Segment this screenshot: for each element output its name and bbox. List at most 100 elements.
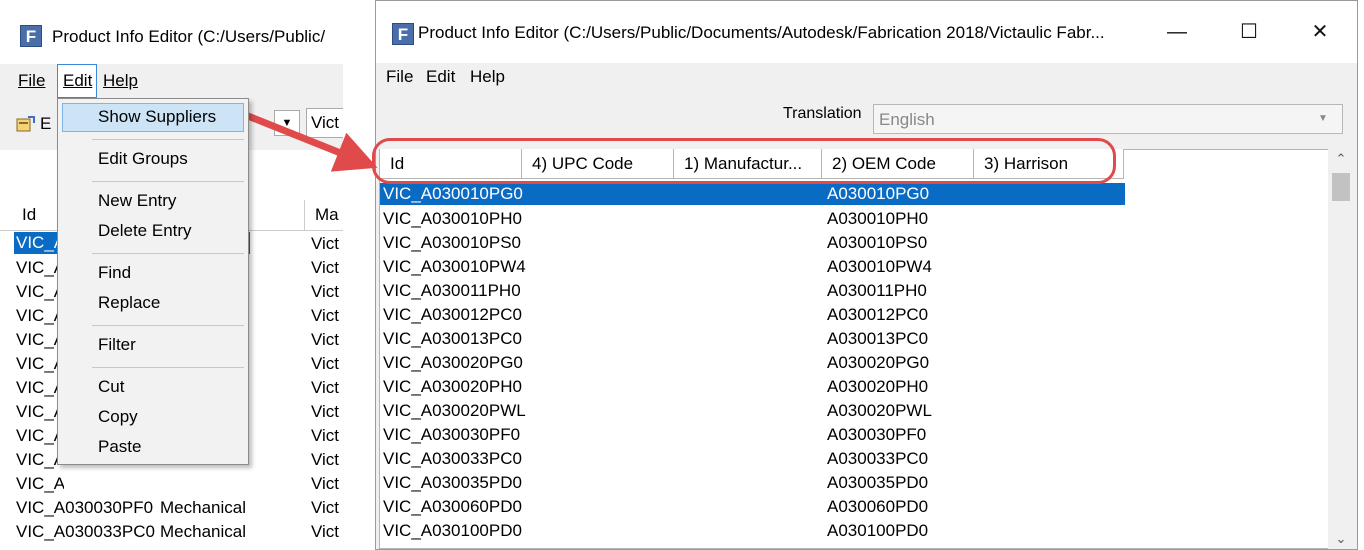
left-row-manufacturer[interactable]: Vict [311, 400, 343, 424]
left-row-manufacturer[interactable]: Vict [311, 232, 343, 256]
grid-cell-id[interactable]: VIC_A030010PG0 [383, 183, 523, 205]
left-row-manufacturer[interactable]: Vict [311, 472, 343, 496]
right-menu-help[interactable]: Help [470, 67, 505, 87]
left-row-manufacturer[interactable]: Vict [311, 256, 343, 280]
column-header-upc-code[interactable]: 4) UPC Code [522, 149, 674, 179]
callout-arrow-icon [246, 112, 378, 172]
left-row-manufacturer[interactable]: Vict [311, 424, 343, 448]
column-divider[interactable] [304, 200, 305, 230]
close-icon: ✕ [1311, 21, 1329, 43]
chevron-down-icon[interactable]: ▼ [1314, 110, 1332, 128]
left-row-category[interactable]: Mechanical [160, 520, 246, 544]
grid-cell-oem-code[interactable]: A030020PWL [827, 399, 932, 423]
left-row-manufacturer[interactable]: Vict [311, 376, 343, 400]
grid-cell-oem-code[interactable]: A030010PS0 [827, 231, 927, 255]
scrollbar-thumb[interactable] [1332, 173, 1350, 201]
grid-cell-id[interactable]: VIC_A030020PH0 [383, 375, 522, 399]
column-header-oem-code[interactable]: 2) OEM Code [822, 149, 974, 179]
menu-item-find[interactable]: Find [98, 263, 131, 283]
left-row-id[interactable]: VIC_A [16, 472, 64, 496]
right-title-bar: F Product Info Editor (C:/Users/Public/D… [376, 1, 1357, 63]
menu-item-cut[interactable]: Cut [98, 377, 124, 397]
menu-item-delete-entry[interactable]: Delete Entry [98, 221, 192, 241]
chevron-up-icon[interactable]: ⌃ [1328, 151, 1354, 171]
edit-dropdown-menu: Show Suppliers Edit Groups New Entry Del… [57, 98, 249, 465]
grid-cell-id[interactable]: VIC_A030100PD0 [383, 519, 522, 543]
left-row-id[interactable]: VIC_A030030PF0 [16, 496, 158, 520]
left-row-manufacturer[interactable]: Vict [311, 352, 343, 376]
minimize-button[interactable]: — [1154, 15, 1200, 49]
grid-cell-oem-code[interactable]: A030035PD0 [827, 471, 928, 495]
edit-properties-icon[interactable] [16, 115, 36, 133]
left-title-bar: F Product Info Editor (C:/Users/Public/ [0, 0, 343, 60]
left-column-id[interactable]: Id [22, 205, 36, 225]
left-menu-bar: File Edit Help [0, 64, 343, 98]
left-row-id[interactable]: VIC_A030033PC0 [16, 520, 158, 544]
grid-cell-oem-code[interactable]: A030010PG0 [827, 183, 929, 205]
grid-cell-oem-code[interactable]: A030030PF0 [827, 423, 926, 447]
menu-separator [92, 139, 244, 140]
menu-item-label: Filter [98, 335, 136, 354]
menu-item-label: Replace [98, 293, 161, 312]
close-button[interactable]: ✕ [1297, 15, 1343, 49]
minimize-icon: — [1167, 21, 1187, 43]
left-row-manufacturer[interactable]: Vict [311, 304, 343, 328]
grid-cell-id[interactable]: VIC_A030011PH0 [383, 279, 521, 303]
left-row-category[interactable]: Mechanical [160, 496, 246, 520]
left-row-manufacturer[interactable]: Vict [311, 448, 343, 472]
grid-cell-oem-code[interactable]: A030020PG0 [827, 351, 929, 375]
grid-cell-oem-code[interactable]: A030010PW4 [827, 255, 932, 279]
grid-cell-id[interactable]: VIC_A030030PF0 [383, 423, 520, 447]
column-header-harrison[interactable]: 3) Harrison [974, 149, 1124, 179]
maximize-icon: ☐ [1240, 21, 1258, 43]
translation-select[interactable]: English [873, 104, 1343, 134]
menu-item-copy[interactable]: Copy [98, 407, 138, 427]
grid-cell-id[interactable]: VIC_A030033PC0 [383, 447, 522, 471]
menu-edit[interactable]: Edit [57, 64, 97, 98]
grid-cell-oem-code[interactable]: A030033PC0 [827, 447, 928, 471]
grid-cell-id[interactable]: VIC_A030060PD0 [383, 495, 522, 519]
left-row-manufacturer[interactable]: Vict [311, 280, 343, 304]
menu-item-replace[interactable]: Replace [98, 293, 160, 313]
grid-cell-oem-code[interactable]: A030011PH0 [827, 279, 927, 303]
grid-cell-id[interactable]: VIC_A030013PC0 [383, 327, 522, 351]
left-row-manufacturer[interactable]: Vict [311, 520, 343, 544]
left-row-manufacturer[interactable]: Vict [311, 496, 343, 520]
right-menu-edit[interactable]: Edit [426, 67, 455, 87]
menu-item-label: Edit Groups [98, 149, 188, 168]
column-header-manufacturer[interactable]: 1) Manufactur... [674, 149, 822, 179]
menu-item-new-entry[interactable]: New Entry [98, 191, 176, 211]
menu-file[interactable]: File [18, 71, 45, 91]
vertical-scrollbar[interactable] [1328, 149, 1354, 549]
grid-cell-oem-code[interactable]: A030020PH0 [827, 375, 928, 399]
left-column-manufacturer[interactable]: Ma [315, 205, 339, 225]
menu-item-label: Find [98, 263, 132, 282]
left-window-title: Product Info Editor (C:/Users/Public/ [52, 27, 326, 46]
right-menu-file[interactable]: File [386, 67, 413, 87]
menu-item-show-suppliers[interactable]: Show Suppliers [98, 107, 216, 127]
grid-cell-oem-code[interactable]: A030013PC0 [827, 327, 928, 351]
column-header-id[interactable]: Id [380, 149, 522, 179]
grid-cell-id[interactable]: VIC_A030010PH0 [383, 207, 522, 231]
menu-help[interactable]: Help [103, 71, 138, 91]
grid-cell-id[interactable]: VIC_A030020PWL [383, 399, 526, 423]
menu-item-label: Show Suppliers [98, 107, 217, 126]
maximize-button[interactable]: ☐ [1226, 15, 1272, 49]
translation-label: Translation [783, 105, 862, 122]
grid-cell-id[interactable]: VIC_A030035PD0 [383, 471, 522, 495]
grid-cell-oem-code[interactable]: A030012PC0 [827, 303, 928, 327]
grid-cell-oem-code[interactable]: A030060PD0 [827, 495, 928, 519]
grid-cell-id[interactable]: VIC_A030010PW4 [383, 255, 526, 279]
grid-cell-oem-code[interactable]: A030100PD0 [827, 519, 928, 543]
grid-cell-id[interactable]: VIC_A030012PC0 [383, 303, 522, 327]
grid-cell-oem-code[interactable]: A030010PH0 [827, 207, 928, 231]
menu-help-label: Help [103, 71, 138, 90]
grid-cell-id[interactable]: VIC_A030020PG0 [383, 351, 523, 375]
menu-edit-label: Edit [63, 71, 93, 90]
menu-item-edit-groups[interactable]: Edit Groups [98, 149, 188, 169]
menu-item-paste[interactable]: Paste [98, 437, 141, 457]
menu-item-filter[interactable]: Filter [98, 335, 136, 355]
grid-cell-id[interactable]: VIC_A030010PS0 [383, 231, 521, 255]
left-row-manufacturer[interactable]: Vict [311, 328, 343, 352]
chevron-down-icon[interactable]: ⌄ [1328, 531, 1354, 549]
